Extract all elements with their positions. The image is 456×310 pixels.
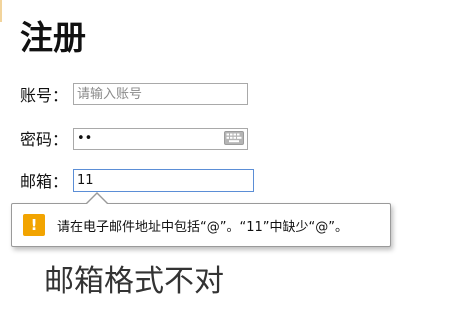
- email-label: 邮箱：: [20, 172, 69, 191]
- email-input[interactable]: [73, 168, 254, 192]
- window-edge: [0, 0, 2, 22]
- warning-icon: !: [23, 214, 45, 236]
- tooltip-message: 请在电子邮件地址中包括“@”。“11”中缺少“@”。: [57, 219, 348, 235]
- password-label: 密码：: [20, 130, 69, 149]
- password-row: 密码：: [20, 126, 248, 150]
- warning-glyph: !: [30, 215, 38, 234]
- password-field-wrapper: [73, 127, 248, 150]
- email-error-message: 邮箱格式不对: [44, 264, 224, 299]
- keyboard-icon[interactable]: [224, 131, 244, 145]
- password-input[interactable]: [73, 127, 248, 150]
- email-row: 邮箱：: [20, 168, 254, 192]
- account-row: 账号：: [20, 82, 248, 106]
- tooltip-arrow-fill: [86, 194, 108, 205]
- account-input[interactable]: [73, 83, 248, 105]
- validation-tooltip: ! 请在电子邮件地址中包括“@”。“11”中缺少“@”。: [11, 192, 391, 247]
- registration-page: 注册 账号： 密码： 邮箱：: [0, 0, 456, 310]
- account-label: 账号：: [20, 86, 69, 105]
- page-title: 注册: [20, 18, 86, 57]
